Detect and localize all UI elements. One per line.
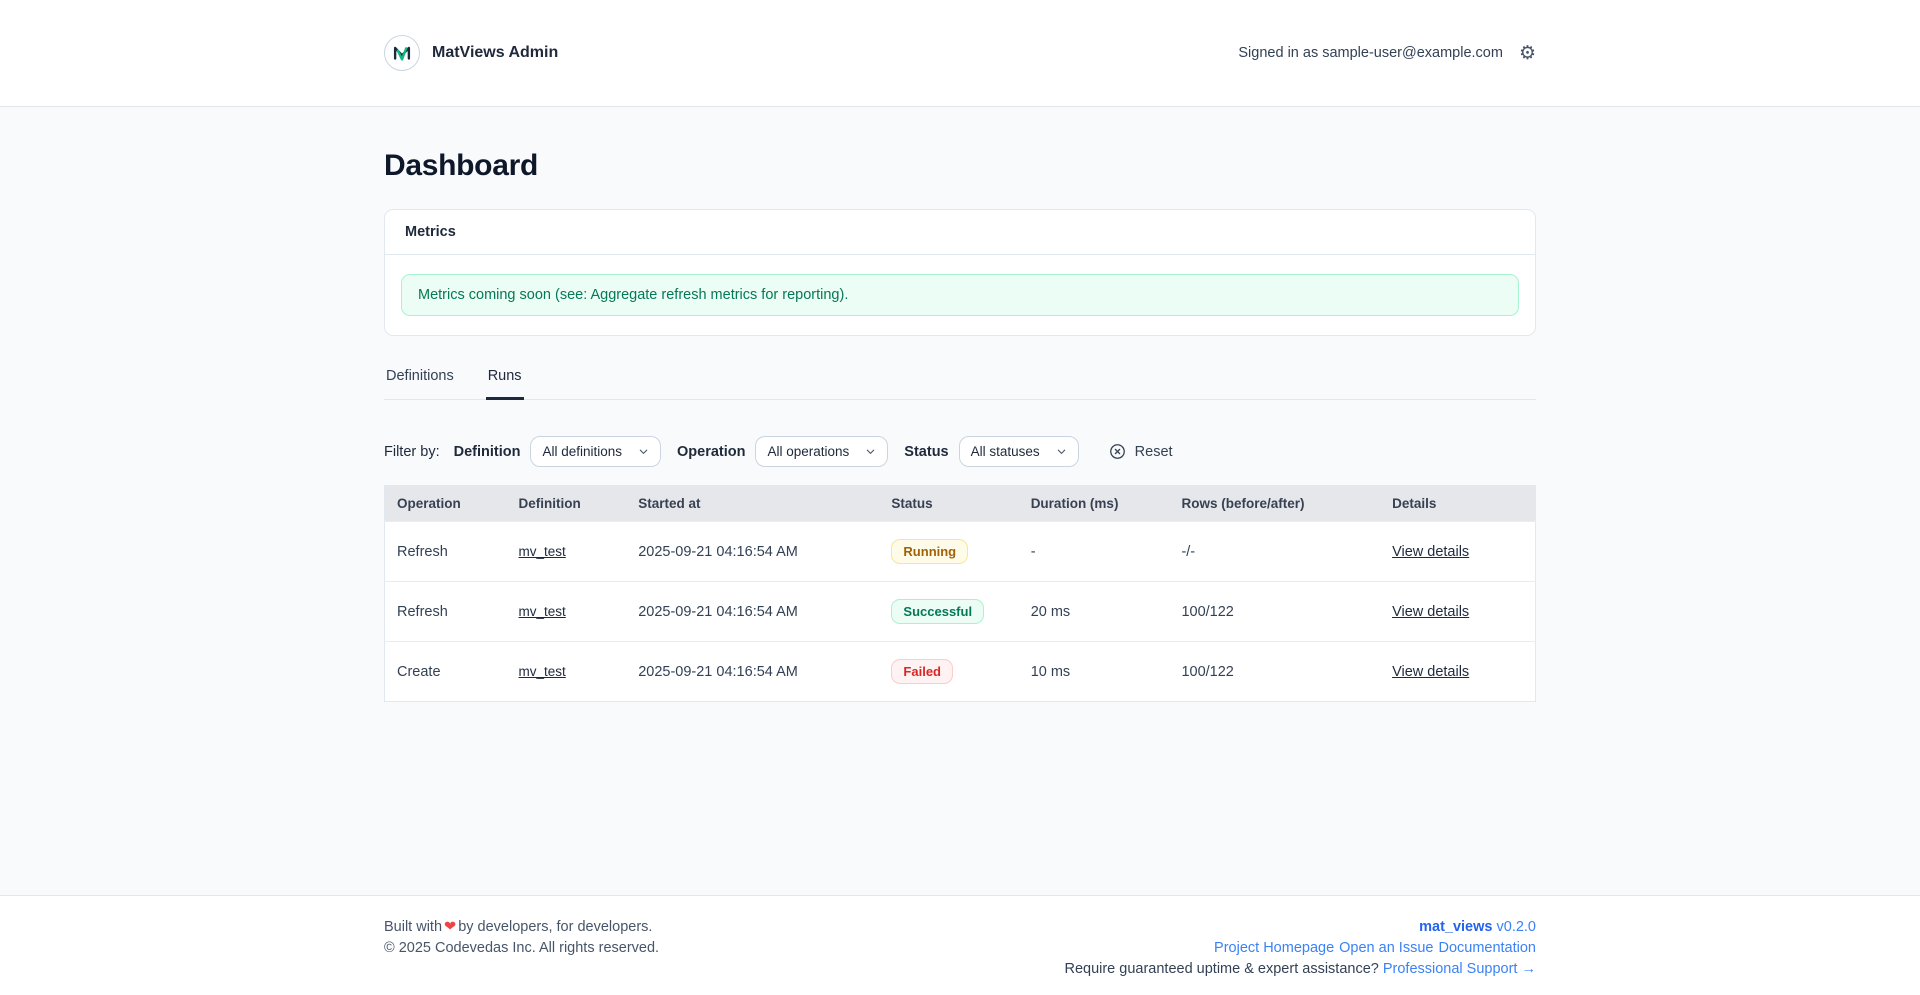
open-an-issue-link[interactable]: Open an Issue	[1339, 940, 1433, 956]
status-select[interactable]: All statuses	[958, 436, 1079, 467]
status-badge: Running	[891, 539, 969, 564]
metrics-coming-soon-notice: Metrics coming soon (see: Aggregate refr…	[401, 274, 1519, 316]
table-row: Refresh mv_test 2025-09-21 04:16:54 AM Succ…	[384, 581, 1536, 642]
site-footer: Built with ❤ by developers, for developers…	[0, 895, 1920, 995]
definition-link[interactable]: mv_test	[519, 544, 566, 559]
operation-select[interactable]: All operations	[755, 436, 889, 467]
built-with-line: Built with ❤ by developers, for developers…	[384, 917, 659, 938]
status-filter-label: Status	[904, 443, 949, 460]
definition-cell: mv_test	[506, 641, 627, 702]
filter-by-label: Filter by:	[384, 443, 440, 460]
table-body: Refresh mv_test 2025-09-21 04:16:54 AM Runn…	[384, 521, 1536, 702]
duration-cell: 10 ms	[1018, 641, 1170, 702]
circle-x-icon	[1109, 443, 1126, 460]
view-details-link[interactable]: View details	[1392, 664, 1469, 680]
column-header-rows-before-after: Rows (before/after)	[1169, 485, 1381, 522]
filter-bar: Filter by: Definition All definitions Op…	[384, 436, 1536, 467]
tabs: Definitions Runs	[384, 362, 1536, 400]
table-row: Create mv_test 2025-09-21 04:16:54 AM Faile…	[384, 641, 1536, 702]
details-cell: View details	[1380, 581, 1536, 642]
reset-label: Reset	[1134, 443, 1173, 460]
chevron-down-icon	[638, 446, 649, 457]
definition-cell: mv_test	[506, 581, 627, 642]
operation-cell: Refresh	[384, 581, 507, 642]
duration-cell: 20 ms	[1018, 581, 1170, 642]
metrics-card: Metrics Metrics coming soon (see: Aggreg…	[384, 209, 1536, 336]
status-badge: Successful	[891, 599, 985, 624]
rows-cell: 100/122	[1169, 641, 1381, 702]
status-cell: Failed	[879, 641, 1019, 702]
gear-icon[interactable]: ⚙	[1519, 44, 1536, 63]
definition-filter-label: Definition	[453, 443, 521, 460]
details-cell: View details	[1380, 641, 1536, 702]
status-badge: Failed	[891, 659, 953, 684]
matviews-logo-icon	[384, 35, 420, 71]
site-header: MatViews Admin Signed in as sample-user@…	[0, 0, 1920, 107]
status-cell: Running	[879, 521, 1019, 582]
definition-select-value: All definitions	[542, 444, 622, 459]
status-select-value: All statuses	[970, 444, 1040, 459]
support-line: Require guaranteed uptime & expert assis…	[1064, 959, 1536, 980]
started-at-cell: 2025-09-21 04:16:54 AM	[626, 521, 880, 582]
runs-table: Operation Definition Started at Status Durat…	[384, 485, 1536, 702]
app-title: MatViews Admin	[432, 44, 559, 61]
chevron-down-icon	[1056, 446, 1067, 457]
built-with-prefix: Built with	[384, 919, 443, 935]
definition-link[interactable]: mv_test	[519, 604, 566, 619]
definition-cell: mv_test	[506, 521, 627, 582]
column-header-duration-ms: Duration (ms)	[1018, 485, 1170, 522]
version-text: v0.2.0	[1496, 919, 1537, 935]
main-content: Dashboard Metrics Metrics coming soon (s…	[0, 107, 1920, 895]
table-row: Refresh mv_test 2025-09-21 04:16:54 AM Runn…	[384, 521, 1536, 582]
operation-filter-label: Operation	[677, 443, 746, 460]
duration-cell: -	[1018, 521, 1170, 582]
definition-select[interactable]: All definitions	[530, 436, 661, 467]
view-details-link[interactable]: View details	[1392, 544, 1469, 560]
heart-icon: ❤	[444, 919, 457, 935]
tab-runs[interactable]: Runs	[485, 362, 524, 400]
package-name-link[interactable]: mat_views	[1419, 919, 1492, 935]
support-question: Require guaranteed uptime & expert assis…	[1064, 961, 1379, 977]
column-header-operation: Operation	[384, 485, 507, 522]
reset-filters-button[interactable]: Reset	[1109, 443, 1173, 460]
brand[interactable]: MatViews Admin	[384, 35, 558, 71]
built-with-suffix: by developers, for developers.	[458, 919, 653, 935]
table-header-row: Operation Definition Started at Status Durat…	[384, 485, 1536, 522]
page-title: Dashboard	[384, 149, 538, 182]
view-details-link[interactable]: View details	[1392, 604, 1469, 620]
project-homepage-link[interactable]: Project Homepage	[1214, 940, 1334, 956]
operation-cell: Refresh	[384, 521, 507, 582]
column-header-started-at: Started at	[626, 485, 880, 522]
metrics-card-title: Metrics	[385, 210, 1535, 255]
footer-links: Project Homepage Open an Issue Documentati…	[1064, 938, 1536, 959]
signed-in-text: Signed in as sample-user@example.com	[1238, 45, 1503, 61]
documentation-link[interactable]: Documentation	[1438, 940, 1536, 956]
details-cell: View details	[1380, 521, 1536, 582]
column-header-details: Details	[1380, 485, 1536, 522]
started-at-cell: 2025-09-21 04:16:54 AM	[626, 641, 880, 702]
tab-definitions[interactable]: Definitions	[384, 362, 456, 400]
started-at-cell: 2025-09-21 04:16:54 AM	[626, 581, 880, 642]
status-cell: Successful	[879, 581, 1019, 642]
definition-link[interactable]: mv_test	[519, 664, 566, 679]
chevron-down-icon	[865, 446, 876, 457]
rows-cell: -/-	[1169, 521, 1381, 582]
professional-support-link[interactable]: Professional Support →	[1383, 961, 1536, 977]
package-version-line: mat_views v0.2.0	[1064, 917, 1536, 938]
operation-select-value: All operations	[767, 444, 850, 459]
column-header-definition: Definition	[506, 485, 627, 522]
copyright-line: © 2025 Codevedas Inc. All rights reserve…	[384, 940, 660, 956]
operation-cell: Create	[384, 641, 507, 702]
column-header-status: Status	[879, 485, 1019, 522]
rows-cell: 100/122	[1169, 581, 1381, 642]
